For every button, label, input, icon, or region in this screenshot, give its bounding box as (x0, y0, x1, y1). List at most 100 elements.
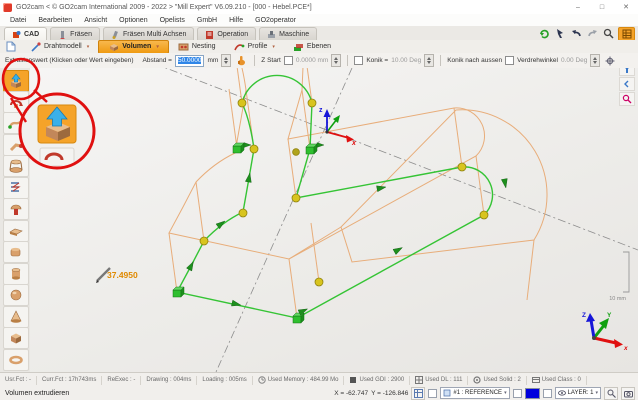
class-icon (532, 376, 540, 384)
redo-icon[interactable] (586, 27, 599, 39)
page-icon (6, 41, 16, 52)
reexec-status: ReExec : - (102, 376, 141, 385)
helix-tool-button[interactable] (3, 177, 29, 199)
tab-cad[interactable]: CAD (4, 27, 47, 40)
scale-label: 10 mm (609, 296, 626, 302)
viewport-3d[interactable]: z x 37.4950 10 mm (30, 68, 638, 372)
usr-fct-status: Usr.Fct : - (0, 376, 37, 385)
main-area: z x 37.4950 10 mm (0, 68, 638, 372)
new-document-button[interactable] (3, 41, 18, 52)
refresh-icon[interactable] (538, 27, 551, 39)
performance-status-bar: Usr.Fct : - Curr.Fct : 17h743ms ReExec :… (0, 372, 638, 387)
konik-spinner[interactable] (424, 54, 434, 67)
verdreh-spinner[interactable] (590, 54, 600, 67)
layer-combo[interactable]: LAYER: 1 ▾ (555, 387, 601, 399)
zstart-label: Z Start (261, 57, 281, 64)
subtab-ebenen[interactable]: Ebenen (284, 41, 340, 53)
quick-access-row1 (538, 27, 635, 41)
collapse-icon[interactable] (619, 77, 635, 91)
rib-tool-button[interactable] (3, 198, 29, 220)
orientation-triad: Z Y x (582, 312, 628, 352)
solid-tools-sidebar (0, 68, 31, 372)
geometry-canvas: z x 37.4950 10 mm (30, 68, 638, 372)
subtab-volumen[interactable]: Volumen▾ (98, 40, 169, 54)
tab-maschine[interactable]: Maschine (259, 27, 317, 40)
extrude-tool-button[interactable] (3, 70, 29, 92)
coord-y-value: -126.846 (383, 390, 409, 397)
zoom-tool-button[interactable] (604, 387, 618, 400)
tab-operation[interactable]: Operation (197, 27, 256, 40)
pipe-icon (8, 137, 24, 153)
block-tool-button[interactable] (3, 241, 29, 263)
sphere-tool-button[interactable] (3, 284, 29, 306)
operation-list-icon (205, 30, 214, 39)
close-button[interactable]: ✕ (614, 1, 638, 14)
revolve-tool-button[interactable] (3, 91, 29, 113)
menu-hilfe[interactable]: Hilfe (223, 17, 249, 24)
wireframe-icon (31, 42, 41, 52)
tab-fraesen[interactable]: Fräsen (50, 27, 100, 40)
cylinder-icon (8, 266, 24, 282)
param-options-button[interactable] (603, 55, 617, 67)
torus-tool-button[interactable] (3, 349, 29, 371)
tab-fraesen-multi-achsen[interactable]: Fräsen Multi Achsen (103, 27, 194, 40)
menu-optionen[interactable]: Optionen (113, 17, 153, 24)
color-checkbox[interactable] (513, 389, 522, 398)
coord-x-label: X = (334, 390, 344, 397)
loft-tool-button[interactable] (3, 155, 29, 177)
abstand-input[interactable]: 50.0000 (175, 55, 205, 67)
konik-checkbox[interactable] (354, 56, 363, 65)
minimize-button[interactable]: – (566, 1, 590, 14)
title-bar: GO2cam < © GO2cam International 2009 - 2… (0, 0, 638, 15)
plate-tool-button[interactable] (3, 220, 29, 242)
cylinder-tool-button[interactable] (3, 263, 29, 285)
mill-icon (58, 30, 67, 39)
menu-datei[interactable]: Datei (4, 17, 32, 24)
menu-go2operator[interactable]: GO2operator (249, 17, 302, 24)
sweep-tool-button[interactable] (3, 112, 29, 134)
konik-aussen-checkbox[interactable] (505, 56, 514, 65)
gear-icon (605, 56, 615, 66)
menu-ansicht[interactable]: Ansicht (78, 17, 113, 24)
triad-y-label: Y (607, 312, 612, 319)
camera-button[interactable] (621, 387, 635, 400)
filter-icon[interactable] (619, 68, 635, 76)
menu-gmbh[interactable]: GmbH (191, 17, 223, 24)
nesting-icon (178, 42, 189, 52)
calculator-pad-icon[interactable] (618, 27, 635, 41)
pointer-icon[interactable] (554, 27, 567, 39)
zoom-region-icon[interactable] (619, 92, 635, 106)
cone-tool-button[interactable] (3, 306, 29, 328)
plane-checkbox[interactable] (428, 389, 437, 398)
pipe-tool-button[interactable] (3, 134, 29, 156)
subtab-profile[interactable]: Profile▾ (225, 41, 284, 53)
menu-opelists[interactable]: Opelists (154, 17, 191, 24)
coords-cluster: X = -62.747 Y = -126.846 #1 : REFERENCE … (334, 387, 638, 400)
helix-icon (8, 180, 24, 196)
zstart-checkbox[interactable] (284, 56, 293, 65)
menu-bearbeiten[interactable]: Bearbeiten (32, 17, 78, 24)
machine-icon (267, 30, 276, 39)
grid-snap-button[interactable] (411, 387, 425, 400)
profile-curve-icon (234, 42, 245, 52)
layers-icon (293, 42, 304, 52)
search-icon[interactable] (602, 27, 615, 39)
subtab-drahtmodell[interactable]: Drahtmodell▾ (22, 41, 98, 53)
layer-checkbox[interactable] (543, 389, 552, 398)
abstand-label: Abstand = (143, 57, 172, 64)
extrude-icon (8, 73, 24, 89)
coord-x-value: -62.747 (346, 390, 368, 397)
used-dl-status: Used DL : 111 (410, 376, 468, 385)
multi-axis-mill-icon (111, 30, 120, 39)
undo-icon[interactable] (570, 27, 583, 39)
plane-combo[interactable]: #1 : REFERENCE ▾ (440, 387, 509, 399)
block-icon (8, 244, 24, 260)
abstand-spinner[interactable] (221, 54, 231, 67)
current-color-swatch[interactable] (525, 388, 540, 399)
verdreh-label: Verdrehwinkel (517, 57, 558, 64)
zstart-spinner[interactable] (331, 54, 341, 67)
subtab-nesting[interactable]: Nesting (169, 41, 225, 53)
pick-hand-icon[interactable] (234, 55, 248, 67)
maximize-button[interactable]: □ (590, 1, 614, 14)
cube-tool-button[interactable] (3, 327, 29, 349)
